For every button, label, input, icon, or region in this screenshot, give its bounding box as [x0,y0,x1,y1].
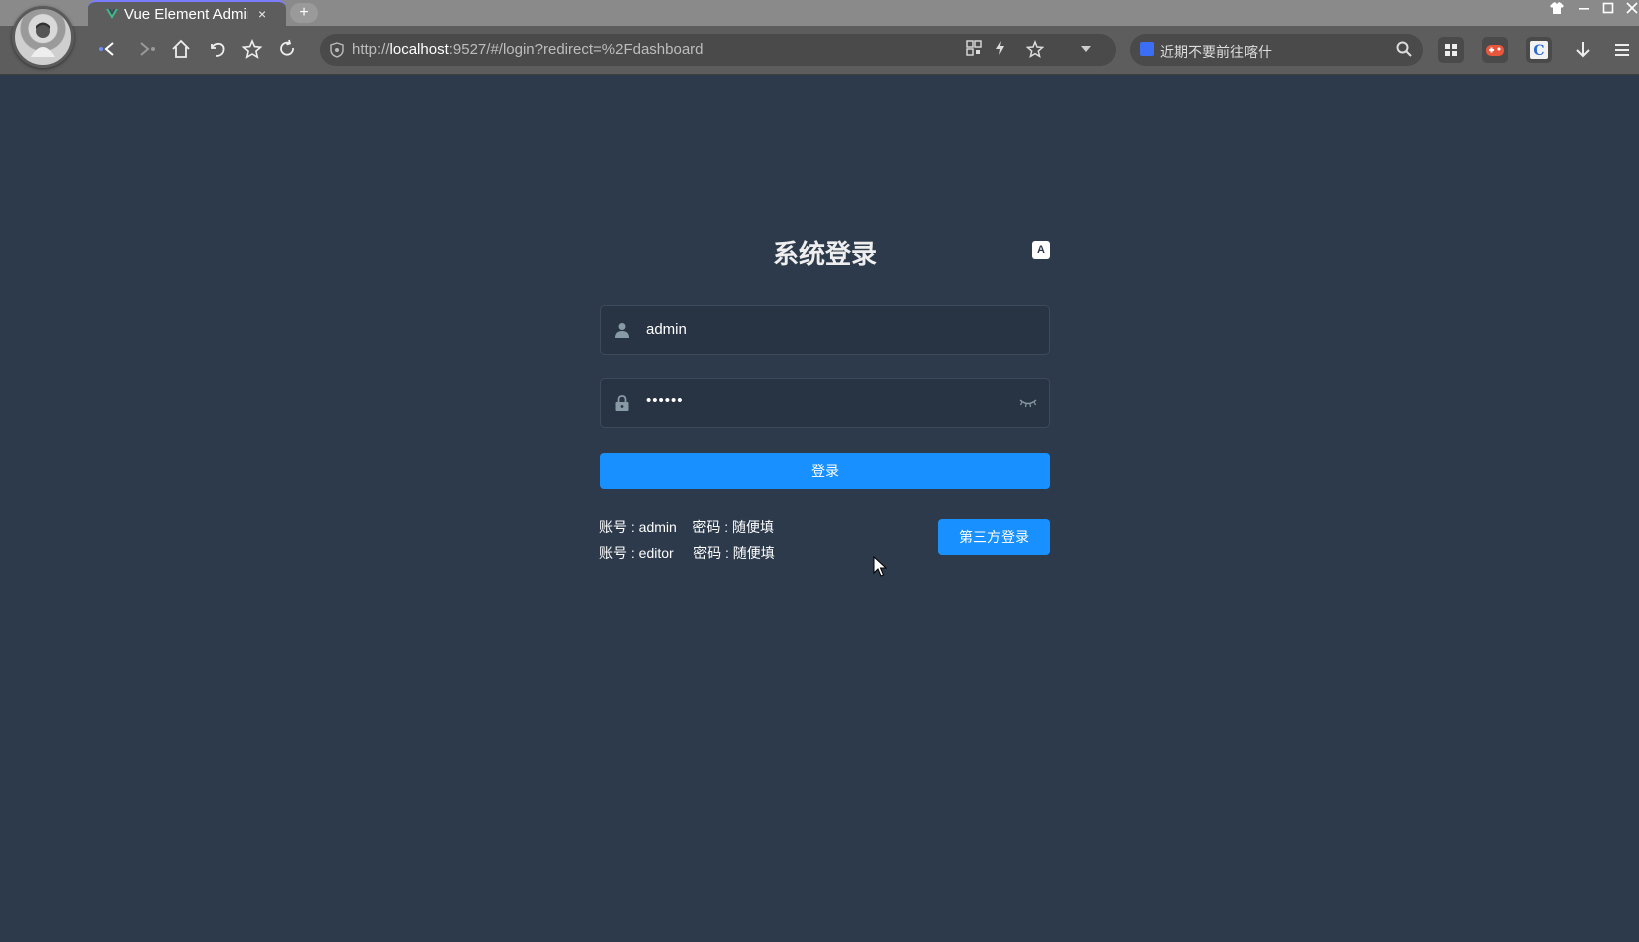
reload-icon[interactable] [276,38,298,60]
account-tip-admin: 账号 : admin 密码 : 随便填 [599,519,775,535]
close-window-icon[interactable] [1626,2,1638,17]
tab-close-icon[interactable]: × [258,6,266,22]
svg-text:C: C [1533,43,1544,59]
maximize-icon[interactable] [1602,2,1614,17]
account-tip-editor: 账号 : editor 密码 : 随便填 [599,545,775,561]
username-input[interactable]: admin [646,321,687,338]
third-party-login-button[interactable]: 第三方登录 [938,519,1050,555]
language-switch-label: A [1037,244,1045,256]
browser-toolbar: http://localhost:9527/#/login?redirect=%… [0,26,1639,75]
address-bar[interactable]: http://localhost:9527/#/login?redirect=%… [320,34,1116,66]
skin-icon[interactable] [1550,2,1564,17]
url-prefix: http:// [352,41,390,58]
favorite-star-icon[interactable] [1025,39,1045,62]
browser-titlebar: Vue Element Admin × + [0,0,1639,26]
search-text[interactable]: 近期不要前往喀什 [1160,42,1272,62]
search-icon[interactable] [1395,40,1413,58]
forward-icon[interactable] [136,38,158,60]
lightning-icon[interactable] [994,40,1006,60]
login-button[interactable]: 登录 [600,453,1050,489]
menu-icon[interactable] [1609,37,1635,63]
user-icon [615,323,629,338]
tab-title: Vue Element Admin [124,5,248,23]
search-engine-icon [1140,42,1154,56]
new-tab-button[interactable]: + [290,3,318,23]
url-host: localhost [389,41,449,58]
qr-code-icon[interactable] [966,40,982,60]
back-icon[interactable] [96,38,118,60]
apps-grid-icon[interactable] [1438,37,1464,63]
url-path: :9527/#/login?redirect=%2Fdashboard [448,41,704,58]
eye-closed-icon[interactable] [1019,397,1037,409]
mouse-cursor-icon [873,556,887,577]
home-icon[interactable] [170,38,192,60]
extension-c-icon[interactable]: C [1526,37,1552,63]
game-controller-icon[interactable] [1482,37,1508,63]
browser-tab[interactable]: Vue Element Admin × [88,0,286,26]
password-field[interactable]: •••••• [600,378,1050,428]
download-icon[interactable] [1570,37,1596,63]
vue-logo-icon [106,9,118,19]
password-input[interactable]: •••••• [646,392,684,409]
undo-icon[interactable] [206,38,228,60]
username-field[interactable]: admin [600,305,1050,355]
dropdown-arrow-icon[interactable] [1080,40,1092,60]
minimize-icon[interactable] [1578,2,1590,17]
lock-icon [615,395,629,411]
security-shield-icon [330,42,344,58]
language-switch-icon[interactable]: A [1032,241,1050,259]
url-text[interactable]: http://localhost:9527/#/login?redirect=%… [352,41,704,58]
page-title: 系统登录 [772,239,877,269]
search-bar[interactable]: 近期不要前往喀什 [1130,34,1423,66]
bookmark-star-icon[interactable] [241,38,263,60]
user-avatar[interactable] [12,6,74,68]
